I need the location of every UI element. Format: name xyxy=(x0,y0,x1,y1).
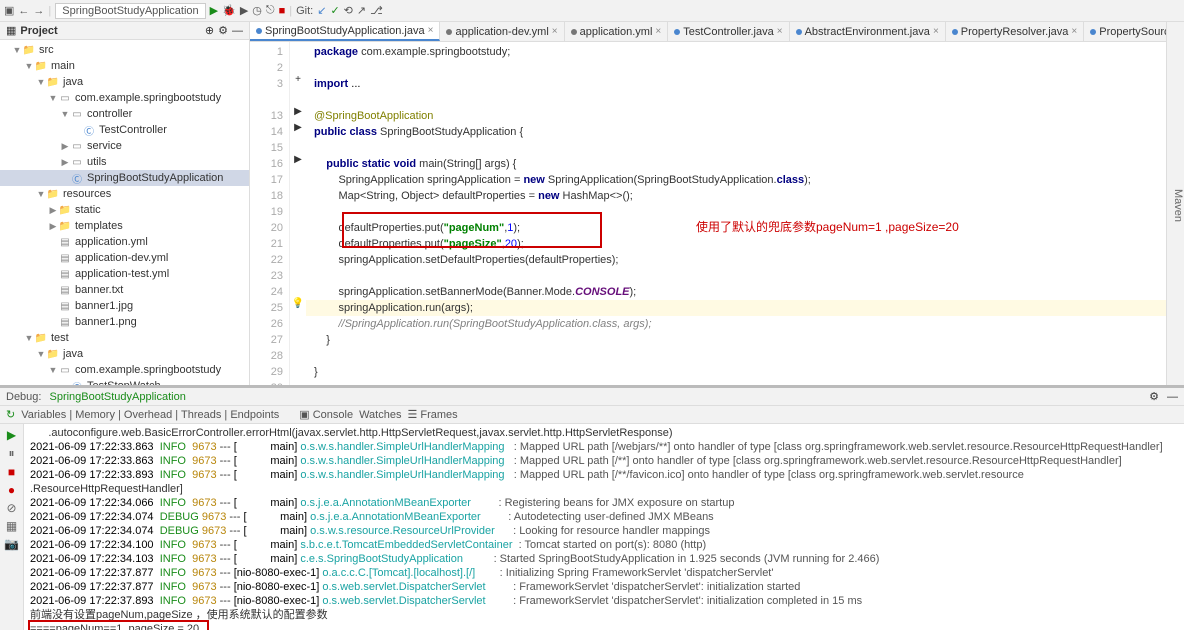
resume-icon[interactable]: ▶ xyxy=(7,428,16,442)
right-tool-rail[interactable]: Maven xyxy=(1166,22,1184,385)
tree-item[interactable]: ▼📁resources xyxy=(0,186,249,202)
debug-gear-icon[interactable]: ⚙ xyxy=(1149,390,1159,403)
log-line: 前端没有设置pageNum,pageSize ，使用系统默认的配置参数 xyxy=(30,608,1178,622)
console-output[interactable]: .autoconfigure.web.BasicErrorController.… xyxy=(24,424,1184,630)
git-update-icon[interactable]: ↙ xyxy=(317,4,326,17)
close-icon[interactable]: × xyxy=(428,25,434,36)
project-tree[interactable]: ▼📁src▼📁main▼📁java▼▭com.example.springboo… xyxy=(0,40,249,385)
git-label: Git: xyxy=(296,5,313,17)
tree-item[interactable]: ▼📁test xyxy=(0,330,249,346)
log-line: 2021-06-09 17:22:37.893 INFO 9673 --- [n… xyxy=(30,594,1178,608)
tree-item[interactable]: ⒸTestController xyxy=(0,122,249,138)
log-line: 2021-06-09 17:22:34.074 DEBUG 9673 --- [… xyxy=(30,510,1178,524)
log-line: 2021-06-09 17:22:37.877 INFO 9673 --- [n… xyxy=(30,566,1178,580)
editor-tab[interactable]: TestController.java× xyxy=(668,22,789,41)
log-line: .ResourceHttpRequestHandler] xyxy=(30,482,1178,496)
line-gutter: 123131415161718192021222324252627282930 xyxy=(250,42,290,385)
log-line: 2021-06-09 17:22:34.100 INFO 9673 --- [ … xyxy=(30,538,1178,552)
log-line: .autoconfigure.web.BasicErrorController.… xyxy=(30,426,1178,440)
debug-panel: Debug: SpringBootStudyApplication ⚙ — ↻ … xyxy=(0,385,1184,630)
log-line: 2021-06-09 17:22:37.877 INFO 9673 --- [n… xyxy=(30,580,1178,594)
close-icon[interactable]: × xyxy=(655,26,661,37)
panel-title: Project xyxy=(20,25,57,37)
tree-item[interactable]: ▼▭controller xyxy=(0,106,249,122)
editor-tabs: SpringBootStudyApplication.java×applicat… xyxy=(250,22,1166,42)
coverage-icon[interactable]: ▶ xyxy=(240,4,248,17)
log-line: ====pageNum==1, pageSize = 20 xyxy=(30,622,207,630)
main-toolbar: ▣ ← → | SpringBootStudyApplication ▶ 🐞 ▶… xyxy=(0,0,1184,22)
expand-icon[interactable]: ▣ xyxy=(4,4,14,17)
stop-icon[interactable]: ■ xyxy=(279,5,286,17)
forward-icon[interactable]: → xyxy=(33,5,44,17)
tree-item[interactable]: ▶▭utils xyxy=(0,154,249,170)
log-line: 2021-06-09 17:22:34.103 INFO 9673 --- [ … xyxy=(30,552,1178,566)
editor-tab[interactable]: AbstractEnvironment.java× xyxy=(790,22,946,41)
editor-tab[interactable]: SpringBootStudyApplication.java× xyxy=(250,22,440,41)
gutter-marks: +▶▶▶💡 xyxy=(290,42,306,385)
stop-debug-icon[interactable]: ■ xyxy=(8,465,15,479)
tree-item[interactable]: ▤application.yml xyxy=(0,234,249,250)
camera-icon[interactable]: 📷 xyxy=(4,537,19,551)
debug-config-name[interactable]: SpringBootStudyApplication xyxy=(49,391,185,403)
code-editor[interactable]: 使用了默认的兜底参数pageNum=1 ,pageSize=20 package… xyxy=(306,42,1166,385)
debug-side-toolbar: ▶ ⏸ ■ ● ⊘ ▦ 📷 xyxy=(0,424,24,630)
log-line: 2021-06-09 17:22:34.074 DEBUG 9673 --- [… xyxy=(30,524,1178,538)
back-icon[interactable]: ← xyxy=(18,5,29,17)
debug-hide-icon[interactable]: — xyxy=(1167,391,1178,403)
run-icon[interactable]: ▶ xyxy=(210,4,218,17)
tree-item[interactable]: ⒸSpringBootStudyApplication xyxy=(0,170,249,186)
tree-item[interactable]: ▼📁main xyxy=(0,58,249,74)
run-config-dropdown[interactable]: SpringBootStudyApplication xyxy=(55,3,205,19)
annotation-text: 使用了默认的兜底参数pageNum=1 ,pageSize=20 xyxy=(696,218,959,235)
log-line: 2021-06-09 17:22:33.893 INFO 9673 --- [ … xyxy=(30,468,1178,482)
close-icon[interactable]: × xyxy=(552,26,558,37)
log-line: 2021-06-09 17:22:33.863 INFO 9673 --- [ … xyxy=(30,440,1178,454)
tree-item[interactable]: ⒸTestStopWatch xyxy=(0,378,249,385)
gear-icon[interactable]: ⚙ xyxy=(218,24,228,37)
tree-item[interactable]: ▤application-test.yml xyxy=(0,266,249,282)
project-view-icon[interactable]: ▦ xyxy=(6,24,16,37)
git-push-icon[interactable]: ↗ xyxy=(357,4,366,17)
editor-tab[interactable]: PropertySourcesPropertyResolver.java× xyxy=(1084,22,1166,41)
tree-item[interactable]: ▶▭service xyxy=(0,138,249,154)
git-menu-icon[interactable]: ⎇ xyxy=(370,4,383,17)
debug-title: Debug: xyxy=(6,391,41,403)
hide-icon[interactable]: — xyxy=(232,25,243,37)
tree-item[interactable]: ▼📁java xyxy=(0,74,249,90)
view-breakpoints-icon[interactable]: ● xyxy=(8,483,15,497)
tree-item[interactable]: ▤application-dev.yml xyxy=(0,250,249,266)
tree-item[interactable]: ▶📁static xyxy=(0,202,249,218)
tree-item[interactable]: ▼📁src xyxy=(0,42,249,58)
editor-tab[interactable]: PropertyResolver.java× xyxy=(946,22,1084,41)
tree-item[interactable]: ▤banner1.png xyxy=(0,314,249,330)
close-icon[interactable]: × xyxy=(777,26,783,37)
project-sidebar: ▦ Project ⊕ ⚙ — ▼📁src▼📁main▼📁java▼▭com.e… xyxy=(0,22,250,385)
tree-item[interactable]: ▼▭com.example.springbootstudy xyxy=(0,90,249,106)
tree-item[interactable]: ▼📁java xyxy=(0,346,249,362)
pause-icon[interactable]: ⏸ xyxy=(8,446,14,461)
close-icon[interactable]: × xyxy=(1071,26,1077,37)
mute-breakpoints-icon[interactable]: ⊘ xyxy=(6,501,16,515)
tree-item[interactable]: ▤banner.txt xyxy=(0,282,249,298)
frames-tab[interactable]: ☰ Frames xyxy=(407,408,457,421)
debug-subtabs[interactable]: Variables | Memory | Overhead | Threads … xyxy=(21,409,279,421)
editor-tab[interactable]: application-dev.yml× xyxy=(440,22,564,41)
log-line: 2021-06-09 17:22:34.066 INFO 9673 --- [ … xyxy=(30,496,1178,510)
profile-icon[interactable]: ◷ xyxy=(252,4,262,17)
editor-tab[interactable]: application.yml× xyxy=(565,22,669,41)
debug-icon[interactable]: 🐞 xyxy=(222,4,236,17)
layout-icon[interactable]: ▦ xyxy=(6,519,17,533)
git-commit-icon[interactable]: ✓ xyxy=(330,4,339,17)
watches-tab[interactable]: Watches xyxy=(359,409,401,421)
collapse-icon[interactable]: ⊕ xyxy=(205,24,214,37)
close-icon[interactable]: × xyxy=(933,26,939,37)
log-line: 2021-06-09 17:22:33.863 INFO 9673 --- [ … xyxy=(30,454,1178,468)
console-tab[interactable]: ▣ Console xyxy=(299,408,353,421)
git-compare-icon[interactable]: ⟲ xyxy=(344,4,353,17)
tree-item[interactable]: ▼▭com.example.springbootstudy xyxy=(0,362,249,378)
attach-icon[interactable]: ⎋ xyxy=(266,4,275,17)
tree-item[interactable]: ▤banner1.jpg xyxy=(0,298,249,314)
rerun-icon[interactable]: ↻ xyxy=(6,408,15,421)
tree-item[interactable]: ▶📁templates xyxy=(0,218,249,234)
